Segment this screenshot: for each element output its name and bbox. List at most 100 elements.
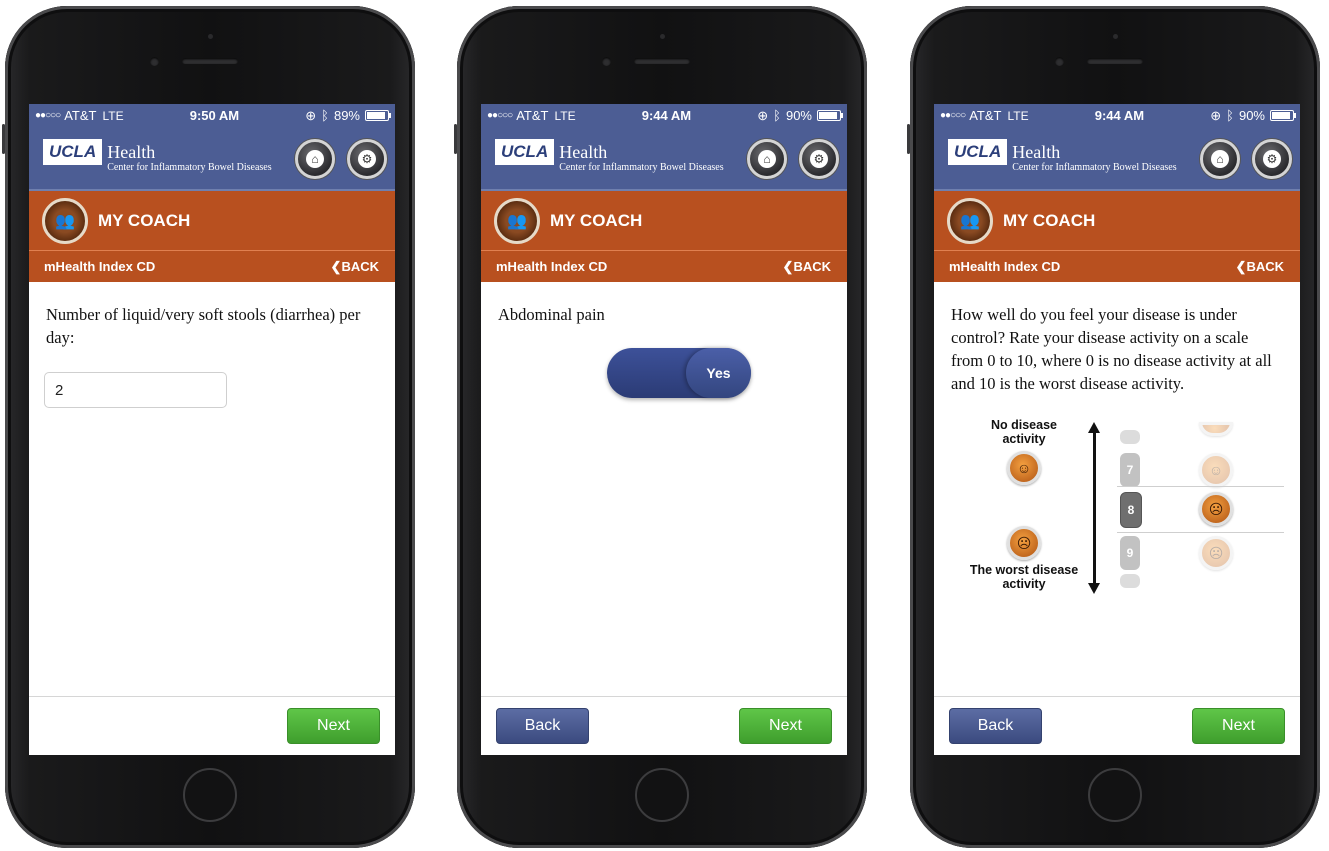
- hardware-home-button[interactable]: [635, 768, 689, 822]
- picker-divider: [1117, 486, 1284, 487]
- ucla-logo: UCLA: [495, 139, 555, 165]
- neutral-face-icon: [1199, 422, 1233, 436]
- ucla-logo: UCLA: [948, 139, 1008, 165]
- brand-name: Health: [1012, 142, 1061, 162]
- carrier: AT&T: [516, 108, 549, 123]
- scale-bottom-label: The worst disease activity: [969, 563, 1079, 591]
- battery-icon: [365, 110, 391, 121]
- scale-top-label: No disease activity: [990, 418, 1057, 446]
- signal-strength-icon: ●●○○○: [940, 110, 966, 121]
- front-camera: [602, 57, 611, 66]
- toggle-knob[interactable]: Yes: [686, 348, 751, 398]
- home-button[interactable]: ⌂: [1200, 139, 1240, 179]
- home-icon: ⌂: [1211, 150, 1229, 168]
- coach-bar: 👥 MY COACH: [29, 191, 395, 251]
- rotation-lock-icon: ⊕: [305, 107, 317, 123]
- brand-name: Health: [107, 142, 156, 162]
- brand-subtitle: Center for Inflammatory Bowel Diseases: [107, 162, 272, 173]
- yes-no-toggle[interactable]: Yes: [607, 348, 751, 398]
- status-time: 9:44 AM: [641, 108, 692, 123]
- back-link[interactable]: ❮BACK: [1236, 259, 1284, 275]
- picker-number-faded: [1120, 574, 1140, 588]
- brand-subtitle: Center for Inflammatory Bowel Diseases: [1012, 162, 1177, 173]
- people-icon: 👥: [947, 197, 993, 244]
- neutral-face-icon: ☹: [1199, 536, 1233, 570]
- coach-title: MY COACH: [550, 210, 643, 230]
- question-text: Abdominal pain: [498, 305, 605, 324]
- question-text: Number of liquid/very soft stools (diarr…: [46, 305, 361, 347]
- question-text: How well do you feel your disease is und…: [951, 305, 1272, 393]
- status-time: 9:44 AM: [1094, 108, 1145, 123]
- home-button[interactable]: ⌂: [747, 139, 787, 179]
- picker-number-faded: [1120, 430, 1140, 444]
- status-bar: ●●○○○ AT&T LTE 9:50 AM ⊕ ᛒ 89%: [29, 104, 395, 127]
- hardware-home-button[interactable]: [183, 768, 237, 822]
- settings-button[interactable]: ⚙: [347, 139, 387, 179]
- hardware-home-button[interactable]: [1088, 768, 1142, 822]
- stool-count-input[interactable]: 2: [44, 372, 227, 408]
- sub-header: mHealth Index CD ❮BACK: [934, 251, 1300, 282]
- next-button[interactable]: Next: [1192, 708, 1285, 744]
- survey-title: mHealth Index CD: [496, 259, 608, 274]
- earpiece-speaker: [182, 58, 238, 64]
- app-header: UCLA Health Center for Inflammatory Bowe…: [934, 127, 1300, 191]
- question-content: How well do you feel your disease is und…: [934, 285, 1300, 697]
- settings-button[interactable]: ⚙: [799, 139, 839, 179]
- back-link[interactable]: ❮BACK: [331, 259, 379, 275]
- rotation-lock-icon: ⊕: [1210, 107, 1222, 123]
- bluetooth-icon: ᛒ: [1226, 108, 1234, 123]
- front-camera: [1055, 57, 1064, 66]
- battery-percent: 90%: [785, 108, 812, 123]
- battery-icon: [817, 110, 843, 121]
- next-button[interactable]: Next: [739, 708, 832, 744]
- carrier: AT&T: [969, 108, 1002, 123]
- status-bar: ●●○○○ AT&T LTE 9:44 AM ⊕ ᛒ 90%: [481, 104, 847, 127]
- app-header: UCLA Health Center for Inflammatory Bowe…: [29, 127, 395, 191]
- back-link[interactable]: ❮BACK: [783, 259, 831, 275]
- signal-strength-icon: ●●○○○: [487, 110, 513, 121]
- phone-2: ●●○○○ AT&T LTE 9:44 AM ⊕ ᛒ 90% UCLA Heal…: [454, 6, 867, 848]
- network-type: LTE: [554, 108, 576, 123]
- earpiece-speaker: [1087, 58, 1143, 64]
- picker-divider: [1117, 532, 1284, 533]
- earpiece-speaker: [634, 58, 690, 64]
- coach-bar: 👥 MY COACH: [481, 191, 847, 251]
- gear-icon: ⚙: [358, 150, 376, 168]
- back-button[interactable]: Back: [949, 708, 1042, 744]
- picker-number[interactable]: 7: [1120, 453, 1140, 487]
- bluetooth-icon: ᛒ: [321, 108, 329, 123]
- survey-title: mHealth Index CD: [44, 259, 156, 274]
- proximity-sensor: [1113, 34, 1118, 39]
- people-icon: 👥: [494, 197, 540, 244]
- signal-strength-icon: ●●○○○: [35, 110, 61, 121]
- back-button[interactable]: Back: [496, 708, 589, 744]
- network-type: LTE: [1007, 108, 1029, 123]
- picker-number-selected[interactable]: 8: [1120, 492, 1142, 528]
- coach-bar: 👥 MY COACH: [934, 191, 1300, 251]
- picker-number[interactable]: 9: [1120, 536, 1140, 570]
- front-camera: [150, 57, 159, 66]
- chevron-left-icon: ❮: [1235, 258, 1247, 274]
- screen: ●●○○○ AT&T LTE 9:44 AM ⊕ ᛒ 90% UCLA Heal…: [481, 104, 847, 755]
- battery-icon: [1270, 110, 1296, 121]
- people-icon: 👥: [42, 197, 88, 244]
- next-button[interactable]: Next: [287, 708, 380, 744]
- home-button[interactable]: ⌂: [295, 139, 335, 179]
- home-icon: ⌂: [306, 150, 324, 168]
- proximity-sensor: [660, 34, 665, 39]
- brand-subtitle: Center for Inflammatory Bowel Diseases: [559, 162, 724, 173]
- status-time: 9:50 AM: [189, 108, 240, 123]
- home-icon: ⌂: [758, 150, 776, 168]
- footer-bar: Back Next: [934, 696, 1300, 755]
- gear-icon: ⚙: [1263, 150, 1281, 168]
- coach-title: MY COACH: [1003, 210, 1096, 230]
- neutral-face-icon: ☺: [1199, 453, 1233, 487]
- phone-3: ●●○○○ AT&T LTE 9:44 AM ⊕ ᛒ 90% UCLA Heal…: [907, 6, 1320, 848]
- settings-button[interactable]: ⚙: [1252, 139, 1292, 179]
- chevron-left-icon: ❮: [782, 258, 794, 274]
- bluetooth-icon: ᛒ: [773, 108, 781, 123]
- question-content: Number of liquid/very soft stools (diarr…: [29, 285, 395, 697]
- screen: ●●○○○ AT&T LTE 9:44 AM ⊕ ᛒ 90% UCLA Heal…: [934, 104, 1300, 755]
- battery-percent: 89%: [333, 108, 360, 123]
- happy-face-icon: ☺: [1007, 451, 1041, 485]
